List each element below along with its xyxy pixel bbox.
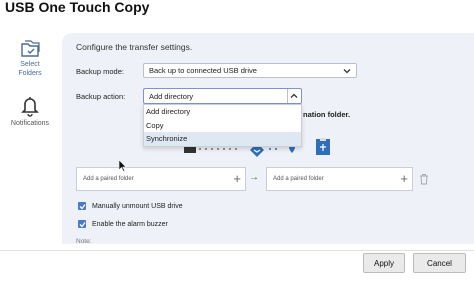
- dot: [211, 148, 213, 150]
- usb-connector: [320, 138, 326, 141]
- buzzer-checkbox[interactable]: [78, 220, 86, 228]
- dropdown-option-synchronize[interactable]: Synchronize: [144, 132, 301, 146]
- trash-icon: [420, 174, 428, 185]
- dot: [199, 148, 201, 150]
- checkmark-icon: [79, 221, 86, 227]
- backup-mode-label: Backup mode:: [76, 67, 124, 76]
- pair-arrow-icon: →: [249, 172, 259, 183]
- dot: [229, 148, 231, 150]
- footer-divider: [0, 250, 474, 251]
- chevron-down-icon: [343, 68, 351, 73]
- unmount-option[interactable]: Manually unmount USB drive: [78, 202, 183, 210]
- window-title: USB One Touch Copy: [5, 0, 150, 15]
- destination-description: nation folder.: [303, 110, 351, 119]
- apply-button[interactable]: Apply: [363, 253, 405, 273]
- dropdown-option-copy[interactable]: Copy: [144, 119, 301, 133]
- dot: [275, 148, 277, 150]
- add-target-icon[interactable]: +: [400, 171, 408, 187]
- settings-heading: Configure the transfer settings.: [76, 42, 193, 52]
- buzzer-option[interactable]: Enable the alarm buzzer: [78, 220, 168, 228]
- checkmark-icon: [79, 203, 86, 209]
- sidebar-item-label: Notifications: [10, 120, 50, 127]
- unmount-checkbox[interactable]: [78, 202, 86, 210]
- dot: [269, 148, 271, 150]
- backup-mode-value: Back up to connected USB drive: [149, 66, 257, 75]
- unmount-label: Manually unmount USB drive: [92, 202, 183, 210]
- sidebar-item-notifications[interactable]: Notifications: [0, 95, 60, 128]
- sidebar-item-select-folders[interactable]: Select Folders: [0, 38, 60, 78]
- chevron-up-icon: [290, 93, 298, 98]
- delete-pair-button[interactable]: [414, 167, 434, 191]
- backup-action-value: Add directory: [149, 91, 194, 101]
- mouse-cursor-icon: [119, 160, 127, 172]
- source-folder-field[interactable]: Add a paired folder +: [76, 167, 246, 191]
- folder-select-icon: [21, 40, 40, 57]
- bell-icon: [21, 97, 39, 117]
- sidebar-item-label: Select: [20, 61, 40, 68]
- backup-mode-select[interactable]: Back up to connected USB drive: [143, 63, 357, 78]
- source-folder-placeholder: Add a paired folder: [83, 176, 134, 182]
- add-source-icon[interactable]: +: [233, 171, 241, 187]
- backup-action-label: Backup action:: [76, 92, 126, 101]
- backup-action-select[interactable]: Add directory: [143, 88, 302, 104]
- dot: [235, 148, 237, 150]
- target-folder-field[interactable]: Add a paired folder +: [266, 167, 413, 191]
- dot: [217, 148, 219, 150]
- dot: [205, 148, 207, 150]
- target-folder-placeholder: Add a paired folder: [273, 176, 324, 182]
- dot: [223, 148, 225, 150]
- buzzer-label: Enable the alarm buzzer: [92, 220, 168, 228]
- backup-action-dropdown: Add directory Copy Synchronize: [143, 104, 302, 147]
- dropdown-option-add-directory[interactable]: Add directory: [144, 105, 301, 119]
- cancel-button[interactable]: Cancel: [413, 253, 466, 273]
- note-label: Note:: [76, 238, 92, 245]
- sidebar-item-label: Folders: [18, 70, 42, 77]
